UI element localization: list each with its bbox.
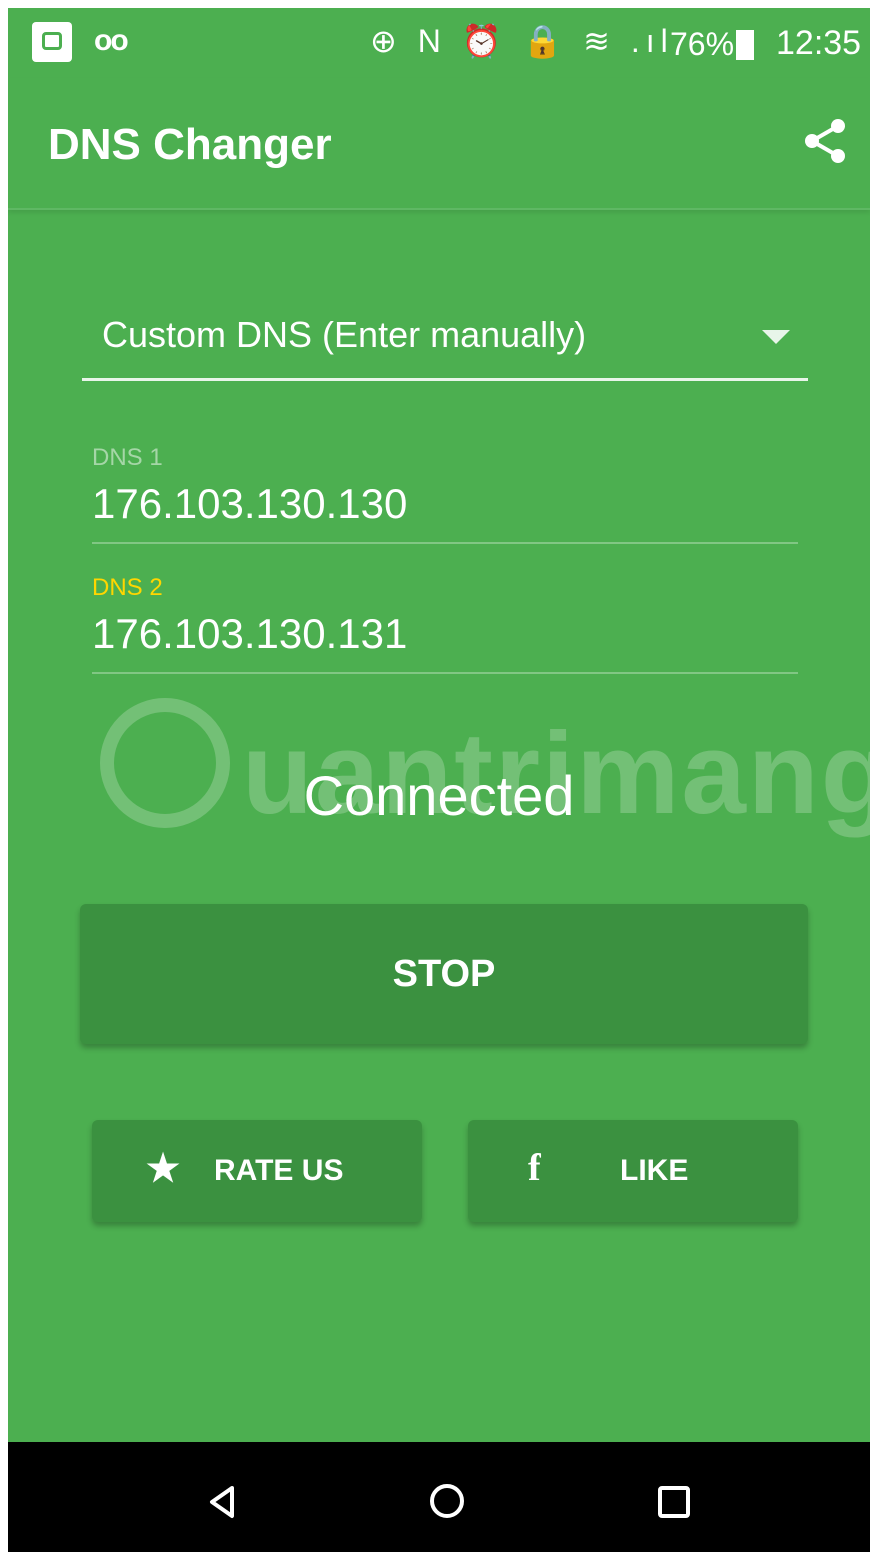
star-icon: ★ [146, 1148, 181, 1190]
rate-us-label: RATE US [214, 1154, 344, 1187]
app-screen: oo ⊕ N ⏰ 🔒 ≋ .ıl 76% 12:35 DNS Changer C… [8, 8, 870, 1552]
status-icons: ⊕ N ⏰ 🔒 ≋ .ıl [370, 23, 674, 59]
share-icon[interactable] [802, 118, 848, 164]
dns2-field[interactable]: DNS 2 176.103.130.131 [92, 574, 798, 674]
battery-percent: 76% [670, 26, 735, 62]
dns1-label: DNS 1 [92, 444, 163, 471]
dns-provider-dropdown[interactable]: Custom DNS (Enter manually) [82, 298, 808, 381]
dropdown-arrow-icon [762, 330, 790, 344]
rate-us-button[interactable]: ★ RATE US [92, 1120, 422, 1222]
dns1-input[interactable]: 176.103.130.130 [92, 480, 798, 528]
dns1-field[interactable]: DNS 1 176.103.130.130 [92, 444, 798, 544]
dns2-label: DNS 2 [92, 574, 163, 601]
dns2-input[interactable]: 176.103.130.131 [92, 610, 798, 658]
voicemail-icon: oo [94, 24, 129, 57]
dns2-underline [92, 672, 798, 674]
status-bar: oo ⊕ N ⏰ 🔒 ≋ .ıl 76% 12:35 [8, 8, 870, 78]
stop-button[interactable]: STOP [80, 904, 808, 1044]
recent-apps-icon[interactable] [658, 1486, 690, 1518]
notification-app-icon [32, 22, 72, 62]
connection-status: Connected [303, 764, 575, 827]
app-bar: DNS Changer [8, 78, 870, 210]
battery-icon [736, 30, 754, 60]
dns1-underline [92, 542, 798, 544]
back-icon[interactable] [204, 1484, 240, 1520]
facebook-icon: f [528, 1147, 541, 1189]
like-button[interactable]: f LIKE [468, 1120, 798, 1222]
app-title: DNS Changer [48, 120, 332, 169]
dropdown-selected-value: Custom DNS (Enter manually) [102, 314, 587, 355]
navigation-bar [8, 1442, 870, 1552]
like-label: LIKE [620, 1154, 689, 1187]
clock: 12:35 [776, 24, 862, 62]
home-icon[interactable] [430, 1484, 464, 1518]
